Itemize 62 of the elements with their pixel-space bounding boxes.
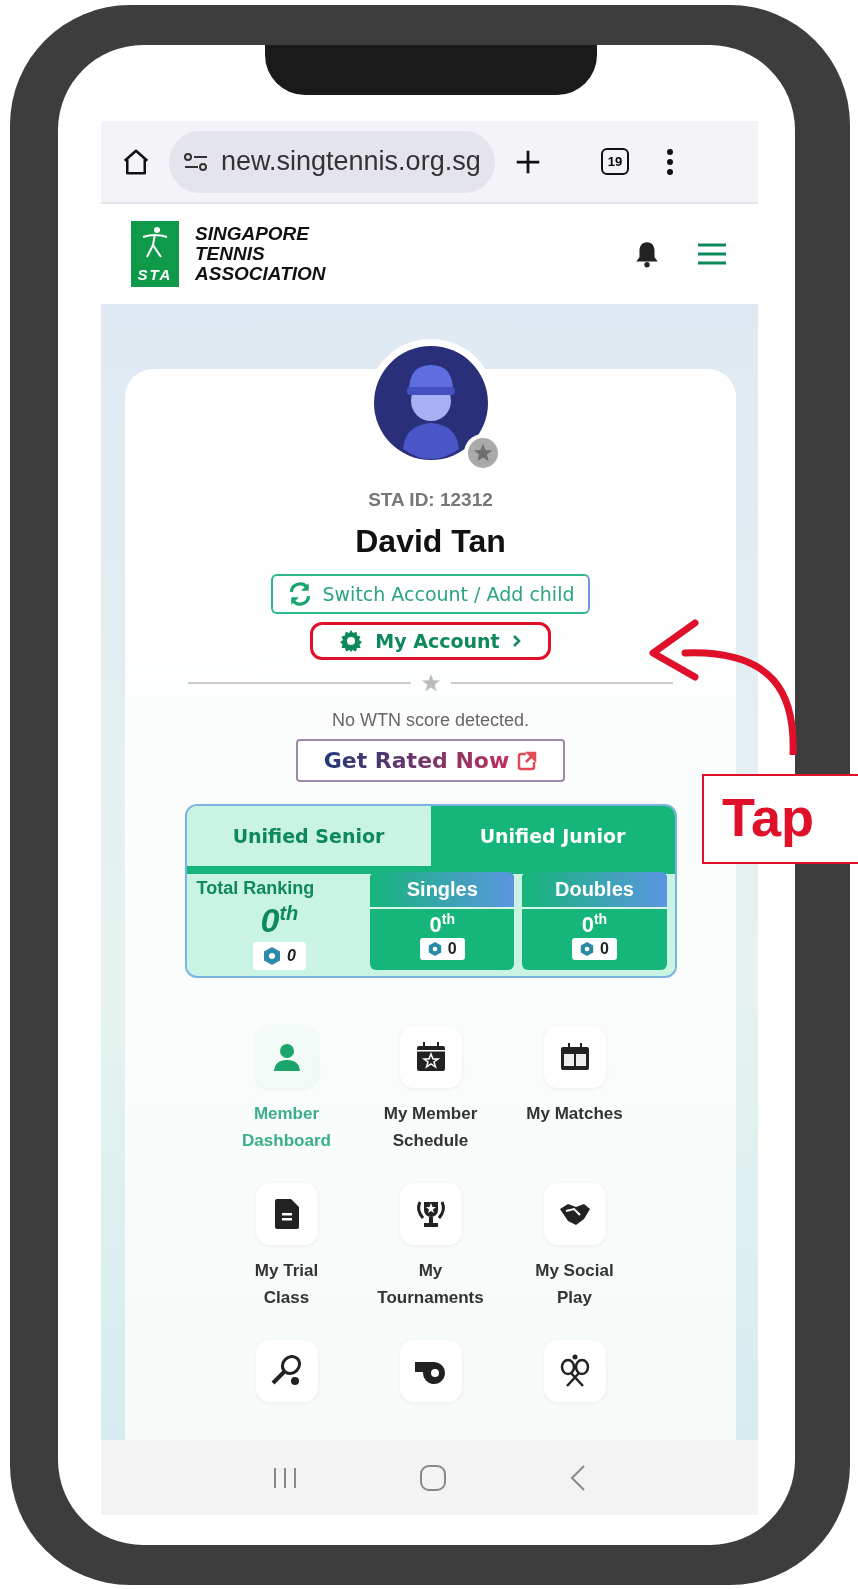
member-name: David Tan [355, 523, 506, 560]
menu-tile[interactable] [543, 1340, 606, 1402]
total-ranking-label: Total Ranking [196, 878, 315, 899]
url-text: new.singtennis.org.sg [221, 146, 481, 177]
organization-name: ASSOCIATION [195, 264, 326, 284]
menu-tile[interactable] [543, 1183, 606, 1245]
external-link-icon [517, 750, 538, 771]
recent-apps-icon[interactable] [271, 1465, 298, 1490]
menu-tile[interactable] [399, 1026, 462, 1088]
crossed-rackets-icon [558, 1354, 591, 1388]
total-rank: 0$^{th}$ [260, 901, 299, 940]
menu-label[interactable]: My Social [535, 1257, 614, 1284]
scoreboard-icon [558, 1042, 591, 1072]
menu-label[interactable]: My Trial [254, 1257, 319, 1284]
menu-icon[interactable] [696, 242, 728, 266]
menu-label[interactable]: My Matches [526, 1100, 623, 1127]
menu-tile[interactable] [399, 1340, 462, 1402]
logo-text: STA [137, 266, 173, 283]
menu-tile[interactable] [399, 1183, 462, 1245]
star-icon [420, 674, 441, 692]
home-button-icon[interactable] [419, 1463, 448, 1492]
back-icon[interactable] [569, 1463, 588, 1492]
category-rank: 0$^{th}$ [429, 911, 456, 939]
handshake-icon [557, 1201, 592, 1227]
bell-icon[interactable] [634, 240, 660, 268]
menu-label[interactable]: My [418, 1257, 443, 1284]
category-title: Doubles [522, 872, 667, 909]
hexagon-icon [580, 941, 594, 958]
person-icon [271, 1042, 302, 1072]
hexagon-icon [262, 946, 281, 966]
points-chip: 0 [572, 938, 617, 961]
logo-badge[interactable]: STA [131, 221, 179, 287]
my-account-button[interactable]: My Account [310, 622, 551, 660]
menu-tile[interactable] [255, 1026, 318, 1088]
category-rank: 0$^{th}$ [581, 911, 608, 939]
menu-label[interactable]: Schedule [392, 1127, 469, 1154]
site-settings-icon[interactable] [183, 150, 209, 173]
member-id: STA ID: 12312 [368, 489, 493, 511]
points-chip: 0 [252, 942, 306, 970]
callout-text: Tap [702, 774, 858, 864]
organization-name: SINGAPORE [195, 224, 311, 244]
document-icon [273, 1198, 300, 1230]
menu-tile[interactable] [255, 1183, 318, 1245]
racket-ball-icon [269, 1354, 304, 1388]
category-title: Singles [370, 872, 515, 909]
tab-count-button[interactable]: 19 [600, 148, 630, 175]
calendar-star-icon [414, 1041, 447, 1073]
menu-tile[interactable] [255, 1340, 318, 1402]
organization-name: TENNIS [195, 244, 266, 264]
menu-label[interactable]: Class [263, 1284, 310, 1311]
wtn-message: No WTN score detected. [331, 710, 530, 731]
points-chip: 0 [419, 938, 465, 961]
menu-tile[interactable] [543, 1026, 606, 1088]
chevron-right-icon [511, 634, 522, 648]
more-icon[interactable] [665, 147, 676, 176]
menu-label[interactable]: Play [557, 1284, 592, 1311]
menu-label[interactable]: My Member [383, 1100, 478, 1127]
menu-label[interactable]: Tournaments [377, 1284, 484, 1311]
settings-icon [339, 629, 364, 653]
hexagon-icon [427, 941, 442, 958]
address-bar[interactable]: new.singtennis.org.sg [169, 130, 495, 193]
get-rated-button[interactable]: Get Rated Now [295, 739, 566, 782]
